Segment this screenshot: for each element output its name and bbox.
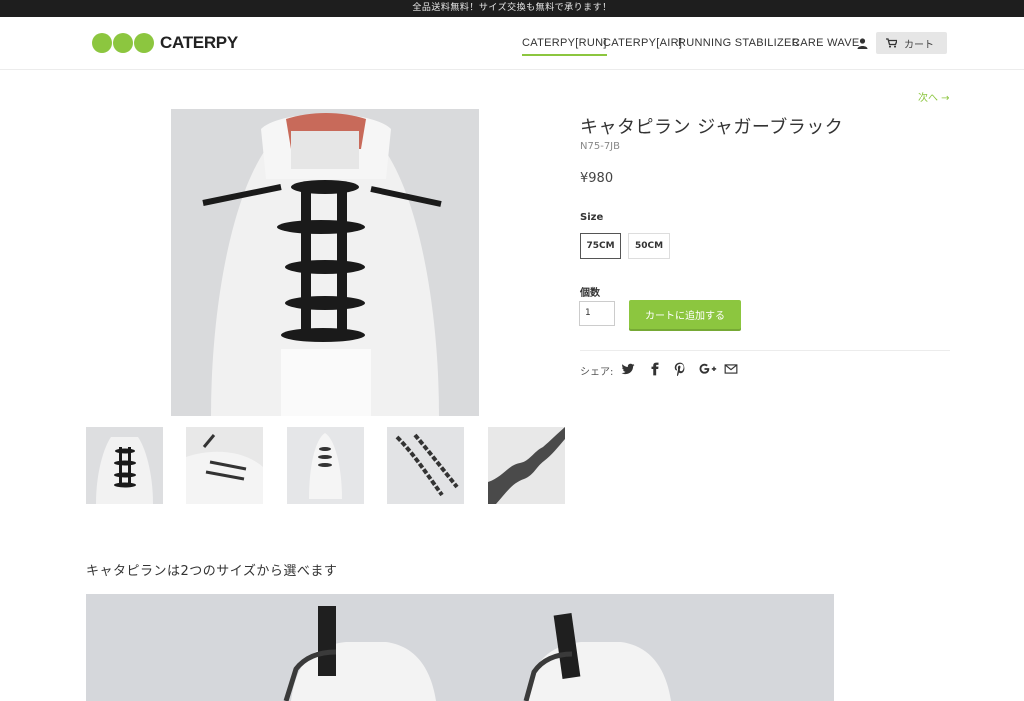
cart-label: カート [904,39,934,51]
mail-icon[interactable] [724,362,738,376]
size-option-50cm[interactable]: 50CM [628,233,670,259]
product-thumbnail[interactable] [387,427,464,504]
logo-dot [134,33,154,53]
size-label: Size [580,212,604,223]
twitter-icon[interactable] [621,362,635,376]
product-price: ¥980 [580,171,614,186]
nav-item-care-wave[interactable]: CARE WAVE [792,37,860,49]
share-label: シェア: [580,367,614,378]
brand-name: CATERPY [160,33,238,52]
user-icon[interactable] [857,38,868,49]
nav-item-caterpy-air[interactable]: CATERPY[AIR] [603,37,682,49]
next-product-link[interactable]: 次へ → [918,89,950,104]
product-thumbnail[interactable] [488,427,565,504]
logo-dot [92,33,112,53]
product-sku: N75-7JB [580,141,620,152]
quantity-input[interactable]: 1 [579,301,615,326]
pinterest-icon[interactable] [673,362,687,376]
site-header: CATERPY CATERPY[RUN] CATERPY[AIR] RUNNIN… [0,17,1024,70]
divider [580,350,950,351]
product-thumbnail[interactable] [86,427,163,504]
nav-item-caterpy-run[interactable]: CATERPY[RUN] [522,37,607,56]
product-thumbnail[interactable] [287,427,364,504]
cart-button[interactable]: カート [876,32,947,54]
announcement-bar: 全品送料無料！サイズ交換も無料で承ります！ [0,0,1024,17]
cart-icon [886,38,897,48]
product-main-image[interactable] [171,109,479,416]
size-option-75cm[interactable]: 75CM [580,233,621,259]
facebook-icon[interactable] [648,362,662,376]
nav-item-running-stabilizer[interactable]: RUNNING STABILIZER [678,37,800,49]
quantity-label: 個数 [580,288,600,299]
add-to-cart-button[interactable]: カートに追加する [629,300,741,329]
brand-logo[interactable]: CATERPY [92,32,238,54]
product-title: キャタピラン ジャガーブラック [580,117,844,138]
description-image [86,594,834,701]
google-plus-icon[interactable] [699,362,717,376]
description-heading: キャタピランは2つのサイズから選べます [86,564,338,579]
product-thumbnail[interactable] [186,427,263,504]
logo-dot [113,33,133,53]
